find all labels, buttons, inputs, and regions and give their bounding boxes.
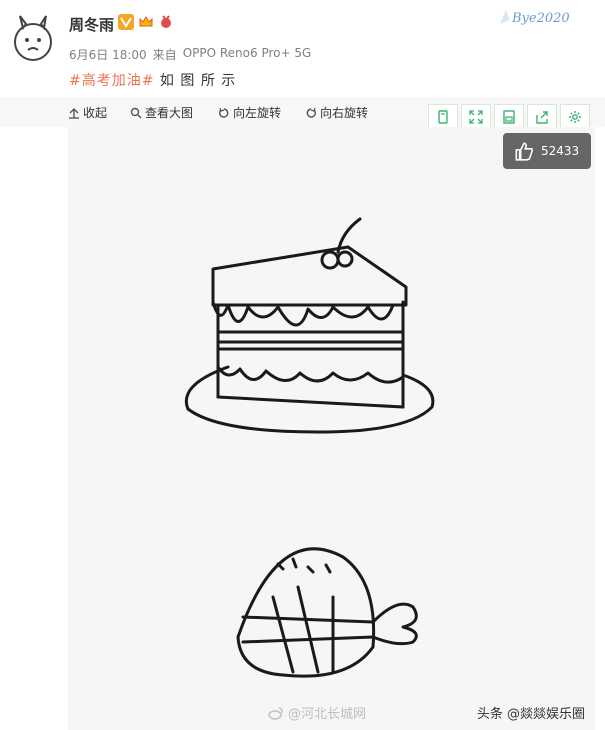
post-date[interactable]: 6月6日 18:00: [69, 46, 147, 63]
rotate-right-icon: [306, 107, 317, 118]
like-count: 52433: [541, 144, 580, 158]
fullscreen-icon: [469, 110, 483, 124]
watermark-right: 头条 @燚燚娱乐圈: [476, 707, 585, 722]
bye2020-logo: Bye2020: [498, 6, 593, 28]
cake-zongzi-drawing: [185, 217, 435, 678]
rotate-left-button[interactable]: 向左旋转: [218, 104, 281, 121]
thumbs-up-icon: [515, 142, 534, 161]
hashtag-link[interactable]: #高考加油#: [69, 73, 154, 89]
post-text: #高考加油# 如 图 所 示: [69, 70, 236, 90]
rotate-right-button[interactable]: 向右旋转: [305, 104, 368, 121]
view-large-button[interactable]: 查看大图: [130, 104, 193, 121]
search-icon: [130, 107, 142, 118]
avatar-rabbit-icon: [14, 15, 52, 61]
rotate-left-icon: [218, 107, 229, 118]
post-source-prefix: 来自: [152, 48, 177, 62]
portrait-icon: [438, 110, 448, 124]
rotate-right-label: 向右旋转: [320, 106, 369, 120]
view-large-label: 查看大图: [145, 106, 194, 120]
post-body: 如 图 所 示: [159, 73, 237, 89]
user-badges: [118, 14, 174, 30]
post-meta: 6月6日 18:00 来自 OPPO Reno6 Pro+ 5G: [69, 46, 311, 63]
post-image[interactable]: 52433 @河北长城网 头条 @燚燚娱乐圈: [68, 127, 595, 730]
watermark-center-text: @河北长城网: [288, 707, 367, 722]
post-source-device[interactable]: OPPO Reno6 Pro+ 5G: [183, 46, 312, 63]
avatar[interactable]: [8, 14, 58, 64]
username[interactable]: 周冬雨: [69, 14, 114, 35]
share-icon: [536, 111, 548, 124]
collapse-label: 收起: [83, 106, 108, 120]
crown-badge-icon: [139, 16, 153, 27]
weibo-icon: [268, 706, 283, 720]
medal-badge-icon: [161, 15, 171, 28]
collapse-button[interactable]: 收起: [68, 104, 107, 121]
rotate-left-label: 向左旋转: [233, 106, 282, 120]
gear-icon: [569, 111, 581, 123]
collapse-arrow-icon: [69, 107, 79, 119]
like-badge[interactable]: 52433: [503, 133, 591, 169]
logo-text: Bye2020: [511, 11, 570, 26]
watermark-center: @河北长城网: [268, 703, 366, 722]
verified-v-icon: [118, 14, 134, 30]
save-icon: [503, 110, 515, 124]
